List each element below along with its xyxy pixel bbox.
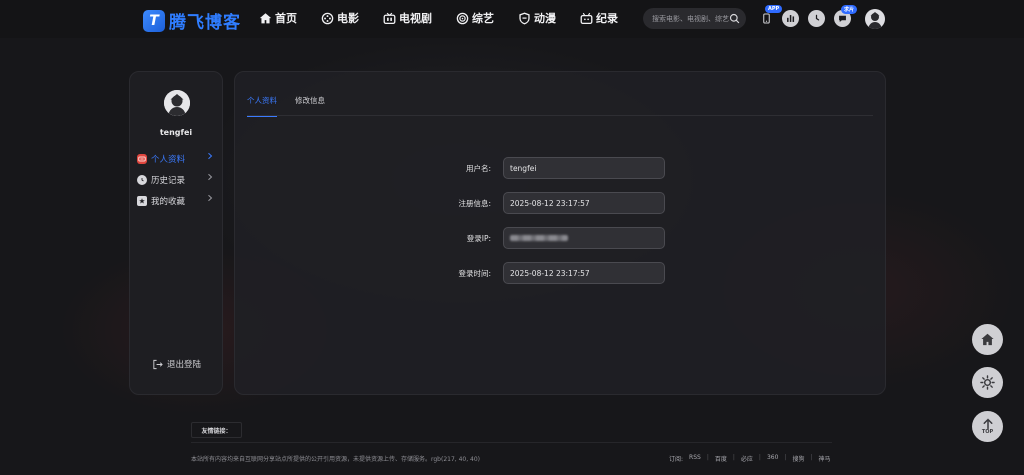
footer-disclaimer: 本站所有内容均来自互联网分享站点所提供的公开引用资源，未提供资源上传、存储服务。… — [191, 456, 481, 463]
ranking-button[interactable] — [782, 10, 799, 27]
logo-mark-icon: T — [143, 9, 165, 32]
footer-link-shenma[interactable]: 神马 — [818, 454, 830, 463]
separator: | — [732, 454, 735, 461]
sidebar-item-label: 我的收藏 — [151, 196, 186, 207]
request-badge: 求片 — [841, 5, 858, 14]
nav-variety-label: 综艺 — [472, 12, 494, 25]
form-row-username: 用户名: — [235, 157, 885, 179]
sun-icon — [980, 375, 995, 390]
request-button[interactable]: 求片 — [834, 5, 858, 27]
separator: | — [706, 454, 709, 461]
subscribe-label: 订阅: — [669, 456, 684, 463]
user-silhouette-icon — [865, 9, 885, 29]
nav-tv[interactable]: 电视剧 — [383, 10, 432, 26]
nav-variety[interactable]: 综艺 — [456, 10, 494, 26]
login-ip-label: 登录IP: — [466, 234, 491, 243]
search-icon[interactable] — [729, 13, 740, 24]
separator: | — [758, 454, 761, 461]
form-row-register: 注册信息: — [235, 192, 885, 214]
footer-link-bing[interactable]: 必应 — [741, 454, 753, 463]
footer-subscribe-links: 订阅: RSS | 百度 | 必应 | 360 | 搜狗 | 神马 — [669, 454, 837, 463]
app-badge: APP — [765, 5, 783, 13]
sidebar-item-favorites[interactable]: 我的收藏 — [137, 190, 219, 211]
user-sidebar: tengfei 个人资料 历史记录 我的收藏 退出登陆 — [129, 71, 223, 395]
tab-edit-info[interactable]: 修改信息 — [295, 95, 325, 117]
chevron-right-icon — [208, 173, 213, 181]
logo-text: 腾飞博客 — [169, 13, 241, 33]
logout-button[interactable]: 退出登陆 — [152, 358, 201, 370]
search-input[interactable] — [652, 14, 730, 23]
clock-icon — [815, 14, 820, 21]
sidebar-item-label: 历史记录 — [151, 175, 186, 186]
bar-chart-icon — [787, 15, 795, 22]
sidebar-item-history[interactable]: 历史记录 — [137, 169, 219, 190]
profile-card-icon — [137, 153, 147, 164]
nav-movie[interactable]: 电影 — [321, 10, 359, 26]
nav-home[interactable]: 首页 — [259, 10, 297, 26]
tv-antenna-icon — [580, 12, 593, 24]
footer-link-360[interactable]: 360 — [767, 454, 778, 463]
chat-bubble-icon — [839, 15, 846, 22]
logout-label: 退出登陆 — [167, 360, 202, 370]
nav-movie-label: 电影 — [337, 12, 359, 25]
home-icon — [259, 12, 272, 23]
history-button[interactable] — [808, 10, 825, 27]
tab-divider — [247, 115, 873, 116]
login-time-label: 登录时间: — [458, 269, 491, 278]
float-home-button[interactable] — [972, 324, 1003, 355]
register-info-label: 注册信息: — [458, 199, 491, 208]
theme-toggle-button[interactable] — [972, 367, 1003, 398]
nav-anime[interactable]: 动漫 — [518, 10, 556, 26]
footer-link-baidu[interactable]: 百度 — [715, 454, 727, 463]
footer-link-sogou[interactable]: 搜狗 — [792, 454, 804, 463]
register-info-field[interactable] — [503, 192, 665, 214]
app-download-button[interactable]: APP — [758, 5, 783, 27]
target-icon — [456, 12, 469, 24]
history-icon — [137, 174, 147, 185]
nav-home-label: 首页 — [275, 12, 297, 25]
profile-username: tengfei — [159, 128, 193, 137]
footer-divider — [191, 442, 832, 443]
redacted-ip — [510, 235, 568, 241]
form-row-login-time: 登录时间: — [235, 262, 885, 284]
favorite-icon — [137, 195, 147, 206]
home-icon — [981, 333, 994, 346]
film-reel-icon — [321, 12, 334, 24]
phone-icon — [763, 13, 770, 24]
username-field[interactable] — [503, 157, 665, 179]
user-silhouette-icon — [164, 90, 190, 116]
back-to-top-button[interactable]: TOP — [972, 411, 1003, 442]
nav-documentary[interactable]: 纪录 — [580, 10, 618, 26]
logout-icon — [153, 359, 163, 369]
profile-tabs: 个人资料 修改信息 — [247, 95, 343, 117]
profile-avatar — [164, 90, 190, 116]
sidebar-menu: 个人资料 历史记录 我的收藏 — [137, 148, 219, 211]
top-header: T 腾飞博客 首页 电影 电视剧 综艺 动漫 纪录 搜索电影、电视剧、综艺 AP… — [0, 0, 1024, 38]
chevron-right-icon — [208, 152, 213, 160]
tv-icon — [383, 12, 396, 24]
user-avatar[interactable] — [865, 9, 885, 29]
friend-links-label: 友情链接： — [191, 422, 242, 438]
site-logo[interactable]: T 腾飞博客 — [143, 8, 241, 33]
chevron-right-icon — [208, 194, 213, 202]
sidebar-item-label: 个人资料 — [151, 154, 186, 165]
login-time-field[interactable] — [503, 262, 665, 284]
nav-tv-label: 电视剧 — [399, 12, 432, 25]
search-box — [643, 8, 746, 29]
separator: | — [784, 454, 787, 461]
shield-icon — [519, 12, 530, 24]
nav-anime-label: 动漫 — [534, 12, 556, 25]
main-nav: 首页 电影 电视剧 综艺 动漫 纪录 — [259, 10, 642, 26]
nav-documentary-label: 纪录 — [596, 12, 618, 25]
sidebar-item-profile[interactable]: 个人资料 — [137, 148, 219, 169]
tab-profile[interactable]: 个人资料 — [247, 95, 277, 117]
footer-link-rss[interactable]: RSS — [689, 454, 701, 463]
form-row-login-ip: 登录IP: — [235, 227, 885, 249]
top-label: TOP — [981, 429, 994, 435]
profile-panel: 个人资料 修改信息 用户名: 注册信息: 登录IP: 登录时间: — [234, 71, 886, 395]
separator: | — [810, 454, 813, 461]
username-label: 用户名: — [465, 164, 491, 173]
